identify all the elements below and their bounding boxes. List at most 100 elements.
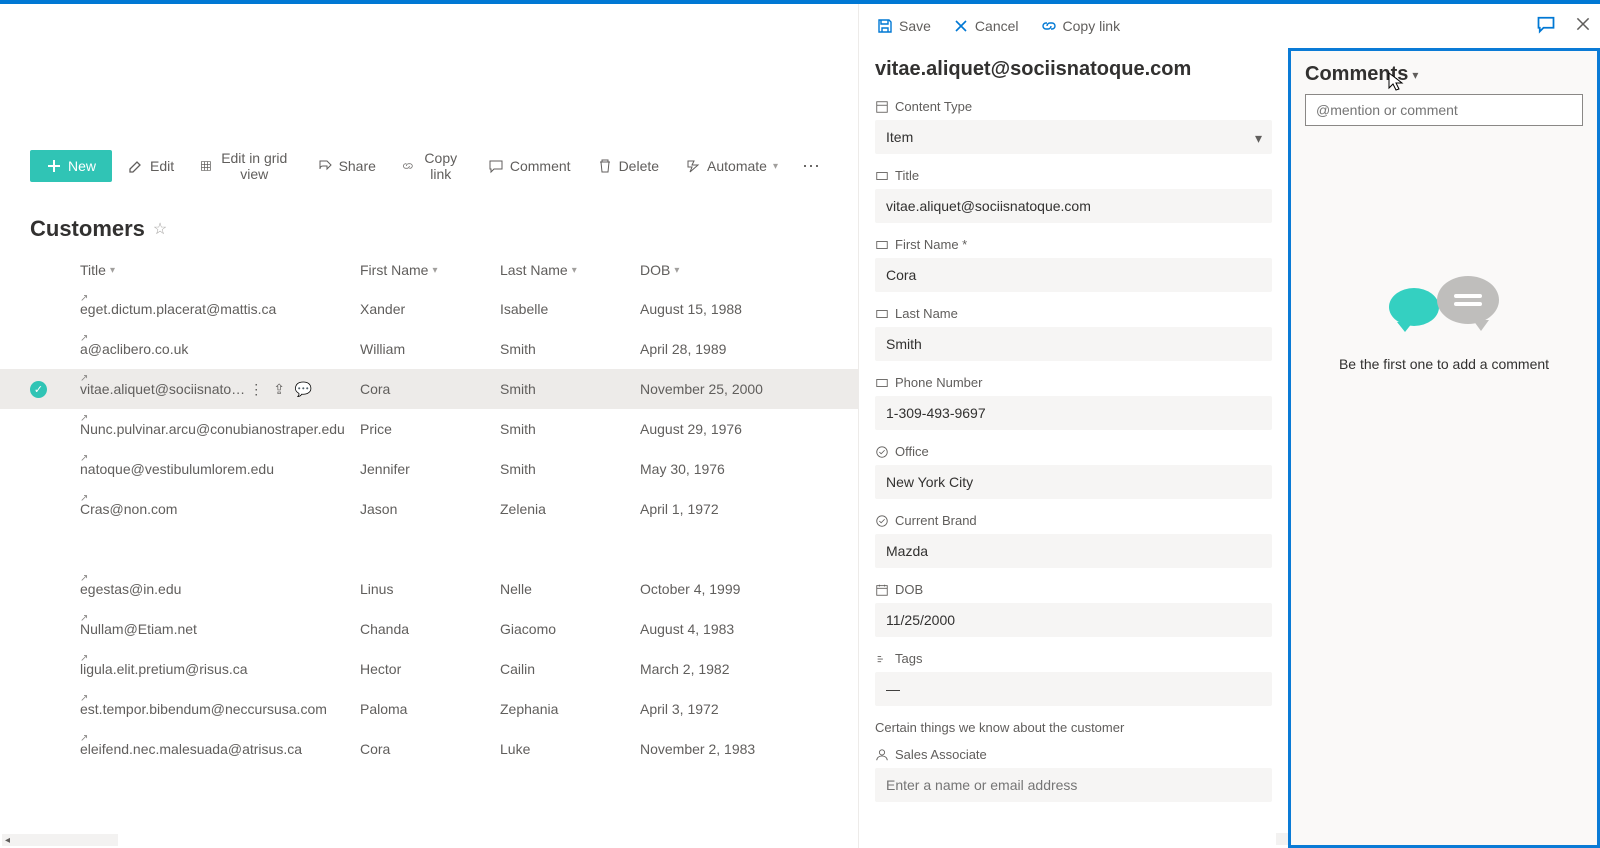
list-region: New Edit Edit in grid view Share Copy li… <box>0 4 858 848</box>
first-name-input[interactable] <box>875 258 1272 292</box>
table-row[interactable]: ✓↗vitae.aliquet@sociisnato…⋮⇪💬CoraSmithN… <box>0 369 858 409</box>
helper-text: Certain things we know about the custome… <box>875 720 1272 735</box>
row-title: ↗eleifend.nec.malesuada@atrisus.ca <box>80 741 360 757</box>
row-last-name: Zelenia <box>500 501 640 517</box>
table-row[interactable]: ↗Nunc.pulvinar.arcu@conubianostraper.edu… <box>0 409 858 449</box>
save-label: Save <box>899 18 931 34</box>
table-row[interactable]: ↗Cras@non.comJasonZeleniaApril 1, 1972 <box>0 489 858 529</box>
row-first-name: Xander <box>360 301 500 317</box>
save-button[interactable]: Save <box>869 12 939 40</box>
table-row[interactable]: ↗Nullam@Etiam.netChandaGiacomoAugust 4, … <box>0 609 858 649</box>
table-row[interactable]: ↗eleifend.nec.malesuada@atrisus.caCoraLu… <box>0 729 858 769</box>
column-dob[interactable]: DOB▾ <box>640 262 800 278</box>
tags-input[interactable]: — <box>875 672 1272 706</box>
choice-icon <box>875 445 889 459</box>
row-dob: April 1, 1972 <box>640 501 800 517</box>
cancel-label: Cancel <box>975 18 1019 34</box>
chevron-down-icon: ▾ <box>432 265 437 276</box>
close-icon <box>953 18 969 34</box>
share-button[interactable]: Share <box>307 150 386 182</box>
row-checkmark-icon[interactable]: ✓ <box>30 381 47 398</box>
row-first-name: Paloma <box>360 701 500 717</box>
copylink-button[interactable]: Copy link <box>392 142 472 190</box>
table-header: Title▾ First Name▾ Last Name▾ DOB▾ <box>0 252 858 289</box>
row-title: ↗Nunc.pulvinar.arcu@conubianostraper.edu <box>80 421 360 437</box>
comments-empty-text: Be the first one to add a comment <box>1339 356 1549 372</box>
edit-grid-label: Edit in grid view <box>218 150 291 182</box>
chevron-down-icon: ▾ <box>773 161 778 172</box>
row-first-name: Chanda <box>360 621 500 637</box>
item-title: vitae.aliquet@sociisnatoque.com <box>875 58 1272 81</box>
content-type-label: Content Type <box>895 99 972 114</box>
automate-button[interactable]: Automate ▾ <box>675 150 788 182</box>
choice-icon <box>875 514 889 528</box>
office-input[interactable] <box>875 465 1272 499</box>
tags-label: Tags <box>895 651 922 666</box>
chevron-down-icon: ▾ <box>572 265 577 276</box>
detail-scroll-down[interactable] <box>1276 833 1288 845</box>
content-type-icon <box>875 100 889 114</box>
row-last-name: Isabelle <box>500 301 640 317</box>
column-first-name[interactable]: First Name▾ <box>360 262 500 278</box>
row-dob: August 4, 1983 <box>640 621 800 637</box>
chevron-down-icon: ▾ <box>1255 130 1262 147</box>
new-button[interactable]: New <box>30 150 112 182</box>
row-last-name: Cailin <box>500 661 640 677</box>
dob-input[interactable] <box>875 603 1272 637</box>
comment-button[interactable]: Comment <box>478 150 581 182</box>
close-pane-icon[interactable] <box>1574 15 1592 38</box>
table-row[interactable]: ↗a@aclibero.co.ukWilliamSmithApril 28, 1… <box>0 329 858 369</box>
delete-button[interactable]: Delete <box>587 150 669 182</box>
column-last-name[interactable]: Last Name▾ <box>500 262 640 278</box>
toggle-comments-icon[interactable] <box>1536 14 1556 39</box>
table-row[interactable]: ↗est.tempor.bibendum@neccursusa.comPalom… <box>0 689 858 729</box>
row-first-name: Jennifer <box>360 461 500 477</box>
row-dob: May 30, 1976 <box>640 461 800 477</box>
edit-grid-button[interactable]: Edit in grid view <box>190 142 300 190</box>
table-row[interactable]: ↗eget.dictum.placerat@mattis.caXanderIsa… <box>0 289 858 329</box>
brand-label: Current Brand <box>895 513 977 528</box>
comment-input[interactable] <box>1305 94 1583 126</box>
chevron-down-icon[interactable]: ▾ <box>1412 68 1418 82</box>
row-title: ↗est.tempor.bibendum@neccursusa.com <box>80 701 360 717</box>
calendar-icon <box>875 583 889 597</box>
list-title: Customers <box>30 216 145 242</box>
favorite-star-icon[interactable]: ☆ <box>153 219 167 239</box>
edit-button[interactable]: Edit <box>118 150 184 182</box>
table-row[interactable]: ↗ligula.elit.pretium@risus.caHectorCaili… <box>0 649 858 689</box>
horizontal-scrollbar[interactable]: ◂ <box>2 834 118 846</box>
detail-copylink-button[interactable]: Copy link <box>1033 12 1129 40</box>
comments-title: Comments <box>1305 63 1408 86</box>
row-last-name: Luke <box>500 741 640 757</box>
row-title: ↗Cras@non.com <box>80 501 360 517</box>
person-icon <box>875 748 889 762</box>
sales-assoc-input[interactable] <box>875 768 1272 802</box>
row-title: ↗egestas@in.edu <box>80 581 360 597</box>
table-row[interactable]: ↗natoque@vestibulumlorem.eduJenniferSmit… <box>0 449 858 489</box>
cancel-button[interactable]: Cancel <box>945 12 1027 40</box>
row-share-icon[interactable]: ⇪ <box>273 381 285 398</box>
row-first-name: William <box>360 341 500 357</box>
row-first-name: Cora <box>360 381 500 397</box>
row-more-icon[interactable]: ⋮ <box>249 381 263 398</box>
chevron-down-icon: ▾ <box>674 265 679 276</box>
pencil-icon <box>128 158 144 174</box>
delete-label: Delete <box>619 158 659 174</box>
row-first-name: Jason <box>360 501 500 517</box>
title-input[interactable] <box>875 189 1272 223</box>
brand-input[interactable] <box>875 534 1272 568</box>
content-type-select[interactable]: Item <box>875 120 1272 154</box>
column-title[interactable]: Title▾ <box>80 262 360 278</box>
overflow-button[interactable]: ⋯ <box>794 156 828 177</box>
row-last-name: Zephania <box>500 701 640 717</box>
table-row[interactable]: ↗egestas@in.eduLinusNelleOctober 4, 1999 <box>0 569 858 609</box>
phone-label: Phone Number <box>895 375 982 390</box>
last-name-input[interactable] <box>875 327 1272 361</box>
share-icon <box>317 158 333 174</box>
detail-toolbar: Save Cancel Copy link <box>859 4 1288 48</box>
row-comment-icon[interactable]: 💬 <box>295 381 312 398</box>
phone-input[interactable] <box>875 396 1272 430</box>
pane-corner-controls <box>1536 4 1592 48</box>
list-table: Title▾ First Name▾ Last Name▾ DOB▾ ↗eget… <box>0 252 858 769</box>
edit-label: Edit <box>150 158 174 174</box>
